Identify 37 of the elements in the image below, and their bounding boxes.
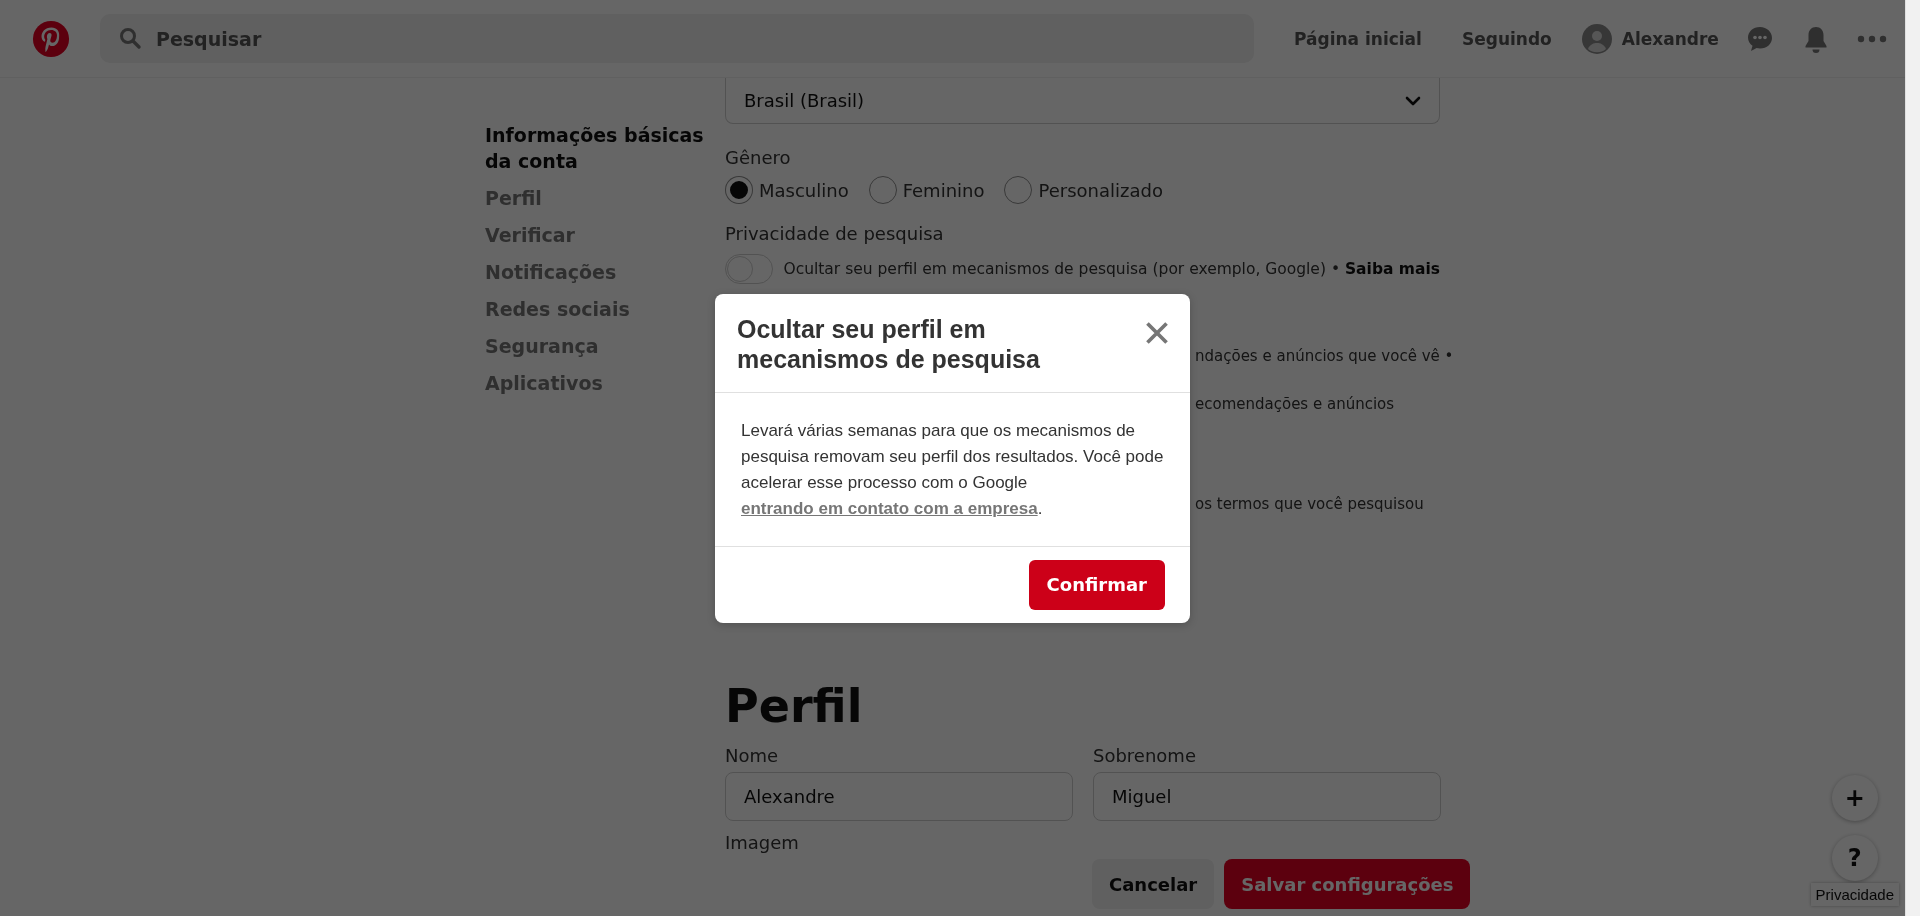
- more-icon[interactable]: [1856, 34, 1887, 43]
- field-label: Gênero: [725, 146, 792, 170]
- floating-button[interactable]: ?: [1831, 835, 1878, 881]
- nav-link[interactable]: Seguindo: [1461, 28, 1552, 49]
- save-button[interactable]: Salvar configurações: [1224, 859, 1471, 909]
- avatar-icon: [1581, 23, 1612, 54]
- field-label: Imagem: [725, 831, 800, 855]
- text-field[interactable]: Alexandre: [725, 772, 1073, 821]
- sidebar-item[interactable]: Informações básicas da conta: [485, 122, 723, 174]
- field-label: Sobrenome: [1093, 744, 1197, 768]
- search-field[interactable]: Pesquisar: [100, 14, 1254, 63]
- field-label: Privacidade de pesquisa: [725, 222, 945, 246]
- gender-radio[interactable]: Masculino: [725, 176, 849, 204]
- learn-more-link[interactable]: Saiba mais: [1344, 260, 1440, 278]
- contact-link[interactable]: entrando em contato com a empresa: [741, 498, 1038, 518]
- nav-link[interactable]: Página inicial: [1294, 28, 1422, 49]
- profile-link[interactable]: Alexandre: [1581, 23, 1719, 54]
- gender-radio[interactable]: Feminino: [868, 176, 985, 204]
- logo-icon[interactable]: [32, 19, 70, 58]
- confirm-button[interactable]: Confirmar: [1028, 559, 1165, 610]
- privacy-label: Privacidade: [1810, 883, 1899, 906]
- modal-title: Ocultar seu perfil em mecanismos de pesquisa: [737, 313, 1041, 374]
- section-heading: Perfil: [725, 678, 864, 734]
- setting-description: ecomendações e anúncios: [1195, 394, 1395, 414]
- floating-button[interactable]: +: [1831, 775, 1878, 821]
- setting-description: os termos que você pesquisou: [1195, 494, 1424, 514]
- modal-text: Levará várias semanas para que os mecanismos de pesquisa removam seu perfil dos resultados. Você pode acelerar esse processo com o Google entrando em contato com a empresa.: [741, 419, 1164, 520]
- close-icon[interactable]: [1146, 321, 1168, 344]
- field-label: Nome: [725, 744, 780, 768]
- chevron-down-icon: [1405, 95, 1421, 106]
- scrollbar[interactable]: [1905, 0, 1920, 916]
- cancel-button[interactable]: Cancelar: [1092, 859, 1215, 909]
- gender-radio[interactable]: Personalizado: [1004, 176, 1163, 204]
- text-field[interactable]: Miguel: [1093, 772, 1441, 821]
- privacy-description: Ocultar seu perfil em mecanismos de pesquisa (por exemplo, Google) • Saiba mais: [783, 260, 1440, 278]
- country-select[interactable]: Brasil (Brasil): [725, 78, 1440, 124]
- setting-description: ndações e anúncios que você vê •: [1195, 346, 1454, 366]
